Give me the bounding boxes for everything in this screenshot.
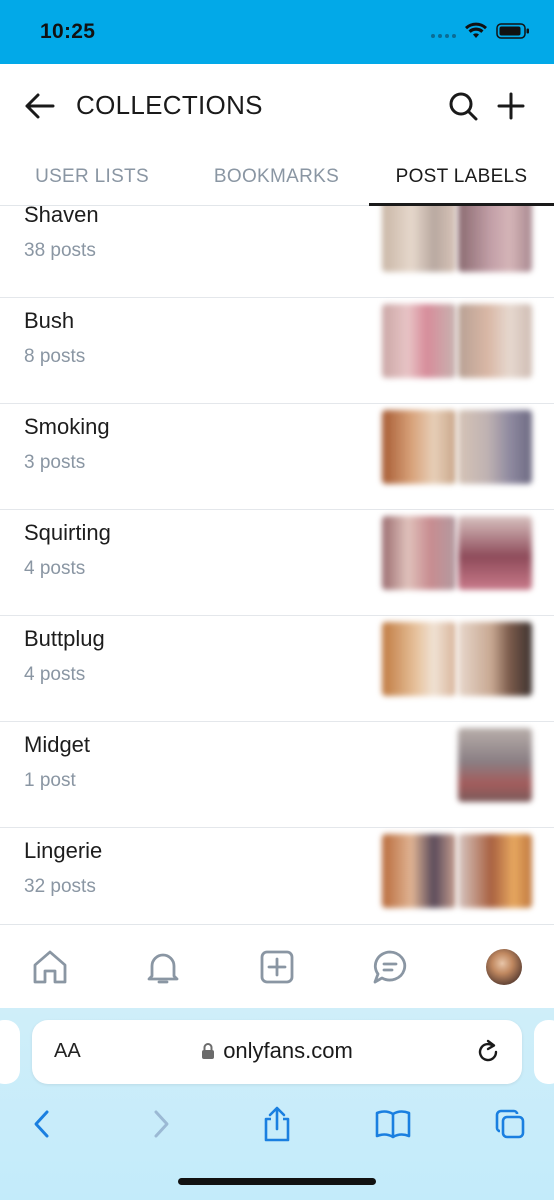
list-item[interactable]: Lingerie 32 posts	[0, 828, 554, 924]
label-count: 38 posts	[24, 240, 96, 261]
blurred-thumbnail	[382, 622, 456, 696]
messages-icon	[373, 950, 407, 984]
label-title: Bush	[24, 308, 75, 333]
tabs-button[interactable]	[490, 1104, 530, 1144]
home-icon	[33, 950, 67, 984]
label-thumbnails	[382, 622, 532, 696]
label-count: 1 post	[24, 770, 76, 791]
browser-forward-button[interactable]	[141, 1104, 181, 1144]
next-tab-preview[interactable]	[534, 1020, 554, 1084]
page-title: COLLECTIONS	[76, 90, 263, 120]
blurred-thumbnail	[458, 516, 532, 590]
browser-chrome: AA onlyfans.com	[0, 1008, 554, 1200]
blurred-thumbnail	[458, 206, 532, 272]
blurred-thumbnail	[382, 516, 456, 590]
reload-icon	[478, 1039, 498, 1062]
label-title: Buttplug	[24, 626, 105, 651]
post-labels-list: Shaven 38 posts Bush 8 posts Smoking 3 p…	[0, 206, 554, 924]
url-display[interactable]: onlyfans.com	[32, 1038, 522, 1064]
list-item[interactable]: Smoking 3 posts	[0, 404, 554, 510]
bookmarks-button[interactable]	[373, 1104, 413, 1144]
bell-icon	[147, 953, 179, 984]
plus-icon	[497, 92, 525, 120]
label-thumbnails	[458, 728, 532, 802]
tab-bookmarks[interactable]: BOOKMARKS	[184, 148, 369, 205]
label-thumbnails	[382, 516, 532, 590]
back-icon	[34, 1110, 49, 1138]
browser-toolbar	[0, 1104, 554, 1144]
label-title: Midget	[24, 732, 91, 757]
blurred-thumbnail	[458, 728, 532, 802]
bookmarks-icon	[375, 1110, 411, 1139]
home-indicator[interactable]	[178, 1178, 376, 1185]
nav-profile[interactable]	[482, 945, 526, 989]
bottom-navigation	[0, 924, 554, 1008]
label-thumbnails	[382, 834, 532, 908]
nav-notifications[interactable]	[141, 945, 185, 989]
status-icons	[431, 22, 530, 40]
forward-icon	[154, 1110, 169, 1138]
list-item[interactable]: Midget 1 post	[0, 722, 554, 828]
label-count: 3 posts	[24, 452, 86, 473]
url-text: onlyfans.com	[223, 1038, 353, 1063]
address-bar[interactable]: AA onlyfans.com	[32, 1020, 522, 1084]
list-item[interactable]: Bush 8 posts	[0, 298, 554, 404]
add-collection-button[interactable]	[496, 91, 526, 121]
nav-home[interactable]	[28, 945, 72, 989]
blurred-thumbnail	[458, 834, 532, 908]
tabs-icon	[495, 1109, 525, 1139]
share-button[interactable]	[257, 1104, 297, 1144]
share-icon	[264, 1106, 290, 1142]
label-thumbnails	[382, 206, 532, 272]
list-item[interactable]: Squirting 4 posts	[0, 510, 554, 616]
signal-icon	[431, 24, 456, 38]
label-title: Squirting	[24, 520, 111, 545]
arrow-left-icon	[25, 93, 55, 119]
label-title: Lingerie	[24, 838, 103, 863]
label-thumbnails	[382, 304, 532, 378]
lock-icon	[202, 1043, 215, 1059]
blurred-thumbnail	[382, 410, 456, 484]
label-title: Shaven	[24, 206, 99, 227]
blurred-thumbnail	[458, 410, 532, 484]
search-button[interactable]	[448, 91, 478, 121]
add-post-icon	[260, 950, 294, 984]
blurred-thumbnail	[458, 304, 532, 378]
nav-messages[interactable]	[368, 945, 412, 989]
collection-tabs: USER LISTS BOOKMARKS POST LABELS	[0, 148, 554, 206]
back-button[interactable]	[24, 92, 56, 120]
browser-back-button[interactable]	[22, 1104, 62, 1144]
previous-tab-preview[interactable]	[0, 1020, 20, 1084]
profile-avatar	[486, 949, 522, 985]
label-count: 32 posts	[24, 876, 96, 897]
blurred-thumbnail	[458, 622, 532, 696]
page-header: COLLECTIONS	[0, 64, 554, 148]
search-icon	[449, 92, 478, 121]
reload-button[interactable]	[474, 1038, 502, 1066]
list-item[interactable]: Shaven 38 posts	[0, 206, 554, 298]
status-time: 10:25	[40, 20, 96, 43]
nav-new-post[interactable]	[255, 945, 299, 989]
label-count: 4 posts	[24, 558, 86, 579]
label-thumbnails	[382, 410, 532, 484]
battery-icon	[496, 23, 529, 39]
label-title: Smoking	[24, 414, 110, 439]
blurred-thumbnail	[382, 834, 456, 908]
status-bar: 10:25	[0, 0, 554, 64]
label-count: 8 posts	[24, 346, 86, 367]
wifi-icon	[465, 22, 487, 38]
blurred-thumbnail	[382, 206, 456, 272]
list-item[interactable]: Buttplug 4 posts	[0, 616, 554, 722]
tab-user-lists[interactable]: USER LISTS	[0, 148, 184, 205]
tab-post-labels[interactable]: POST LABELS	[369, 148, 554, 206]
label-count: 4 posts	[24, 664, 86, 685]
blurred-thumbnail	[382, 304, 456, 378]
